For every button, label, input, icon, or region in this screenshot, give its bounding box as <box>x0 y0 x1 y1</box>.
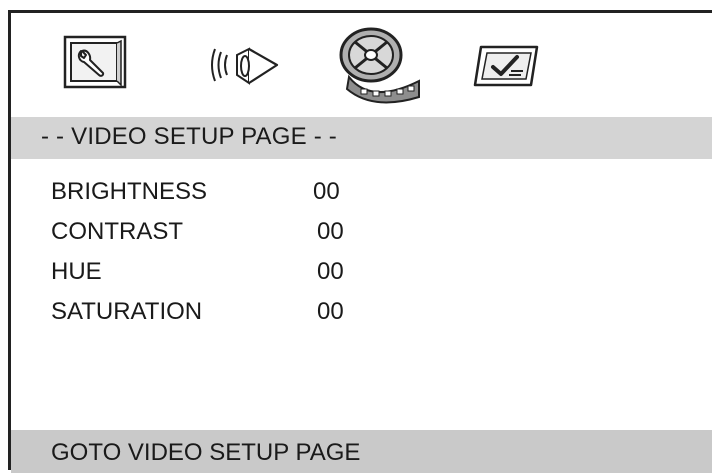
setting-label: SATURATION <box>51 298 203 325</box>
setting-row-contrast[interactable]: CONTRAST 00 <box>11 218 712 258</box>
status-bar: GOTO VIDEO SETUP PAGE <box>11 430 712 473</box>
general-setup-icon[interactable] <box>59 33 131 93</box>
setting-row-brightness[interactable]: BRIGHTNESS 00 <box>11 178 712 218</box>
page-title-bar: - - VIDEO SETUP PAGE - - <box>11 117 712 159</box>
setup-menu-window: - - VIDEO SETUP PAGE - - BRIGHTNESS 00 C… <box>8 10 712 473</box>
page-title: - - VIDEO SETUP PAGE - - <box>41 123 337 150</box>
setup-category-toolbar <box>11 13 712 117</box>
setting-label: HUE <box>51 258 102 285</box>
setting-value: 00 <box>317 218 344 245</box>
preference-setup-icon[interactable] <box>471 41 543 91</box>
setting-value: 00 <box>317 258 344 285</box>
status-text: GOTO VIDEO SETUP PAGE <box>51 439 361 466</box>
setting-label: CONTRAST <box>51 218 183 245</box>
setting-value: 00 <box>317 298 344 325</box>
audio-setup-icon[interactable] <box>201 35 287 95</box>
setting-row-saturation[interactable]: SATURATION 00 <box>11 298 712 338</box>
setting-value: 00 <box>313 178 340 205</box>
setting-row-hue[interactable]: HUE 00 <box>11 258 712 298</box>
video-setup-icon[interactable] <box>331 21 423 105</box>
setting-label: BRIGHTNESS <box>51 178 208 205</box>
